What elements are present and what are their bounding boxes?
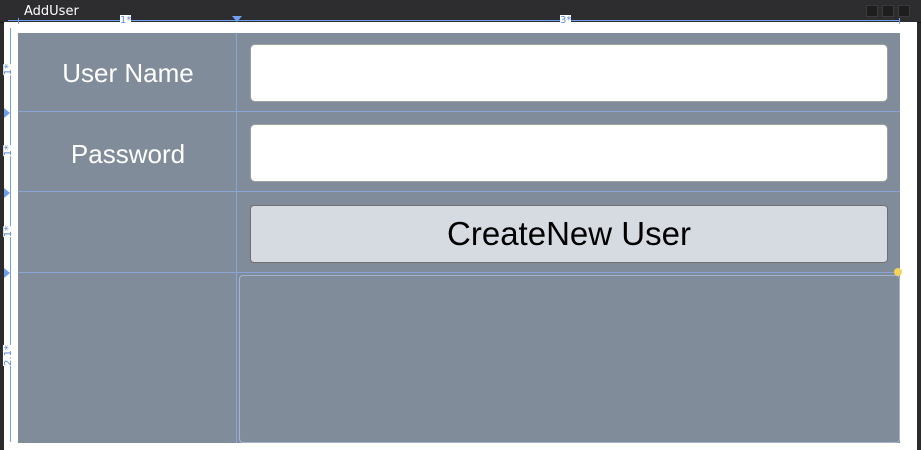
column-size-label[interactable]: 1*: [120, 15, 132, 26]
lightbulb-icon[interactable]: [894, 268, 902, 276]
grid-row-line: [18, 272, 900, 273]
grid-column-line: [236, 33, 237, 443]
username-input[interactable]: [250, 44, 888, 102]
close-icon[interactable]: [898, 5, 910, 17]
content-panel: [239, 275, 900, 443]
create-new-user-button[interactable]: CreateNew User: [250, 205, 888, 263]
row-size-label[interactable]: 2.1*: [2, 345, 14, 366]
username-label: User Name: [62, 58, 194, 88]
column-guide-line: [8, 20, 900, 21]
column-splitter-marker-icon[interactable]: [232, 16, 242, 24]
row-size-label[interactable]: 1*: [3, 144, 15, 157]
grid-row-line: [18, 111, 900, 112]
grid-row-line: [18, 191, 900, 192]
row-splitter-marker-icon[interactable]: [4, 188, 12, 198]
row-size-label[interactable]: 1*: [3, 225, 15, 238]
row-splitter-marker-icon[interactable]: [4, 268, 12, 278]
column-guide-tick: [899, 18, 900, 24]
password-input[interactable]: [250, 124, 888, 182]
window-title: AddUser: [24, 4, 79, 19]
column-guide-tick: [18, 18, 19, 24]
row-size-label[interactable]: 1*: [3, 63, 15, 76]
minimize-icon[interactable]: [866, 5, 878, 17]
maximize-icon[interactable]: [882, 5, 894, 17]
column-size-label[interactable]: 3*: [560, 15, 572, 26]
row-splitter-marker-icon[interactable]: [4, 108, 12, 118]
password-label: Password: [70, 139, 186, 169]
